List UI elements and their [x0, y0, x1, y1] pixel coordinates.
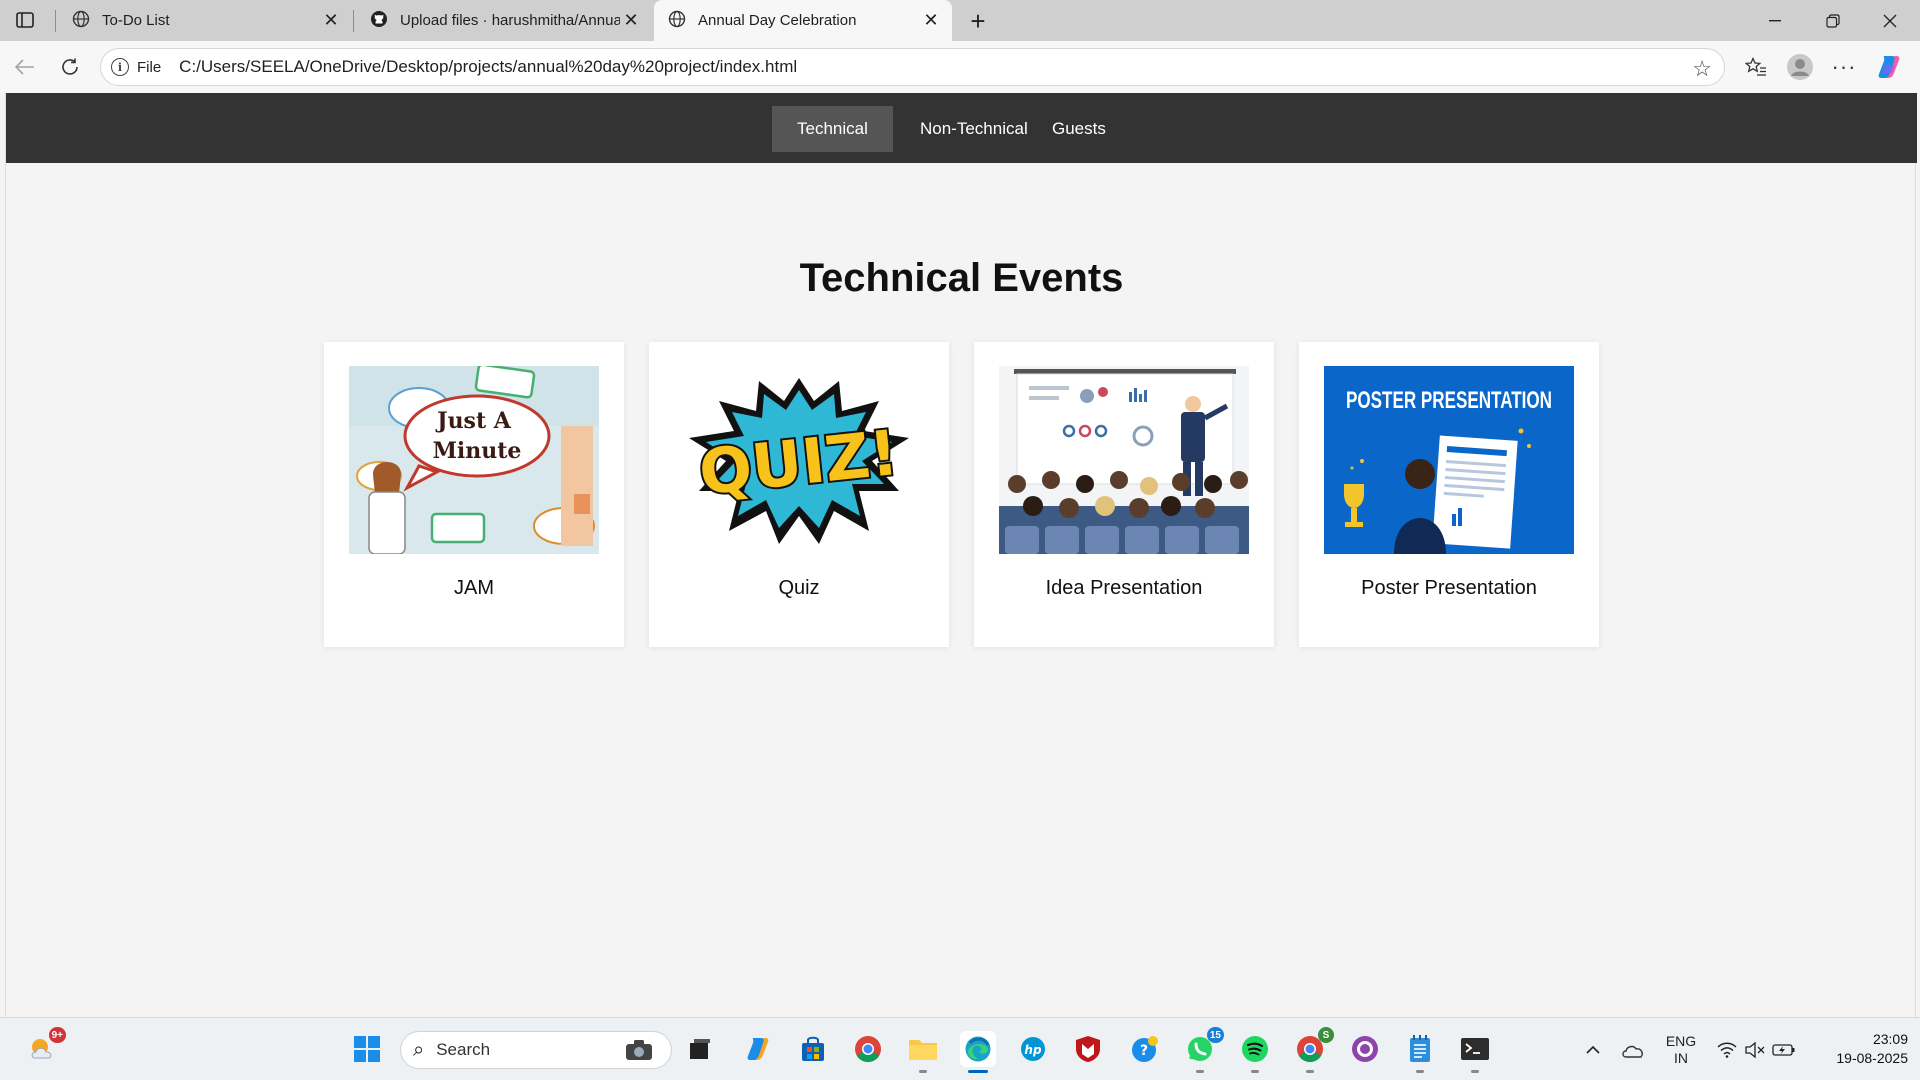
nav-link-guests[interactable]: Guests — [1027, 106, 1131, 152]
tab-separator — [55, 10, 56, 32]
notepad-icon[interactable] — [1402, 1031, 1438, 1073]
event-card-quiz[interactable]: QUIZ! Quiz — [649, 342, 949, 647]
running-indicator — [1416, 1070, 1424, 1073]
search-icon: ⌕ — [413, 1038, 425, 1061]
globe-icon — [668, 10, 686, 32]
more-options-icon[interactable]: ··· — [1828, 51, 1860, 83]
taskbar-search[interactable]: ⌕ Search — [400, 1031, 672, 1069]
running-indicator — [1471, 1070, 1479, 1073]
file-explorer-icon[interactable] — [905, 1031, 941, 1073]
whatsapp-badge: 15 — [1206, 1027, 1224, 1043]
language-indicator[interactable]: ENG IN — [1660, 1018, 1702, 1080]
onedrive-cloud-icon[interactable] — [1618, 1018, 1648, 1080]
favorite-star-icon[interactable]: ☆ — [1692, 56, 1712, 82]
clock-date: 19-08-2025 — [1836, 1050, 1908, 1066]
globe-icon — [72, 10, 90, 32]
minimize-icon[interactable] — [1747, 0, 1803, 41]
wifi-icon[interactable] — [1714, 1018, 1740, 1080]
browser-tab-bar: To-Do List ✕ Upload files · harushmitha/… — [0, 0, 1920, 41]
active-indicator — [968, 1070, 988, 1073]
microsoft-store-icon[interactable] — [795, 1031, 831, 1067]
idea-presentation-image — [999, 366, 1249, 554]
volume-muted-icon[interactable] — [1742, 1018, 1768, 1080]
github-desktop-icon[interactable] — [1347, 1031, 1383, 1067]
sidebar-toggle-icon[interactable] — [12, 8, 38, 32]
terminal-icon[interactable] — [1457, 1031, 1493, 1073]
svg-text:hp: hp — [1024, 1043, 1042, 1057]
page-title: Technical Events — [799, 256, 1124, 300]
poster-image-text: POSTER PRESENTATION — [1346, 387, 1552, 414]
tab-todo-list[interactable]: To-Do List ✕ — [58, 0, 352, 41]
system-clock[interactable]: 23:09 19-08-2025 — [1808, 1030, 1908, 1068]
poster-presentation-image: POSTER PRESENTATION — [1324, 366, 1574, 554]
whatsapp-icon[interactable]: 15 — [1182, 1027, 1224, 1073]
weather-widget-icon[interactable]: 9+ — [24, 1027, 66, 1067]
clock-time: 23:09 — [1872, 1031, 1908, 1047]
new-tab-icon[interactable]: + — [963, 6, 993, 36]
running-indicator — [1306, 1070, 1314, 1073]
address-scheme-label: File — [137, 58, 162, 76]
copilot-icon[interactable] — [1873, 51, 1905, 83]
chevron-up-icon[interactable] — [1580, 1018, 1606, 1080]
restore-icon[interactable] — [1805, 0, 1861, 41]
tab-title: Upload files · harushmitha/Annua — [400, 12, 620, 29]
event-card-idea-presentation[interactable]: Idea Presentation — [974, 342, 1274, 647]
profile-avatar-icon[interactable] — [1784, 51, 1816, 83]
jam-image-text-line2: Minute — [433, 438, 522, 464]
tab-separator — [353, 10, 354, 32]
running-indicator — [1196, 1070, 1204, 1073]
close-icon[interactable]: ✕ — [320, 10, 342, 32]
site-navbar: Technical Non-Technical Guests — [6, 93, 1917, 163]
nav-link-technical[interactable]: Technical — [772, 106, 893, 152]
chrome-icon[interactable] — [850, 1031, 886, 1067]
event-card-label: Quiz — [778, 577, 820, 599]
battery-charging-icon[interactable] — [1770, 1018, 1798, 1080]
close-window-icon[interactable] — [1862, 0, 1918, 41]
camera-icon — [625, 1039, 653, 1066]
weather-badge: 9+ — [48, 1027, 66, 1043]
copilot-taskbar-icon[interactable] — [740, 1031, 776, 1067]
windows-start-icon[interactable] — [349, 1031, 385, 1067]
jam-image-text-line1: Just A — [435, 408, 512, 434]
tab-annual-day[interactable]: Annual Day Celebration ✕ — [654, 0, 952, 41]
close-icon[interactable]: ✕ — [620, 10, 642, 32]
edge-browser-icon[interactable] — [960, 1031, 996, 1073]
back-arrow-icon[interactable] — [9, 51, 41, 83]
tab-title: Annual Day Celebration — [698, 12, 857, 29]
quiz-image: QUIZ! — [674, 366, 924, 554]
close-icon[interactable]: ✕ — [920, 10, 942, 32]
get-help-icon[interactable]: ? — [1127, 1031, 1163, 1067]
language-line1: ENG — [1665, 1032, 1697, 1049]
tab-title: To-Do List — [102, 12, 170, 29]
svg-text:?: ? — [1140, 1043, 1148, 1059]
chrome-profile-badge: S — [1318, 1027, 1334, 1043]
running-indicator — [919, 1070, 927, 1073]
event-card-poster-presentation[interactable]: POSTER PRESENTATION Poster Presentation — [1299, 342, 1599, 647]
mcafee-icon[interactable] — [1070, 1031, 1106, 1067]
address-url[interactable]: C:/Users/SEELA/OneDrive/Desktop/projects… — [179, 57, 797, 77]
hp-icon[interactable]: hp — [1015, 1031, 1051, 1067]
browser-toolbar: i File C:/Users/SEELA/OneDrive/Desktop/p… — [0, 41, 1920, 93]
event-card-label: Poster Presentation — [1361, 577, 1537, 599]
language-line2: IN — [1674, 1049, 1688, 1066]
github-icon — [370, 10, 388, 32]
chrome-profile-icon[interactable]: S — [1292, 1027, 1334, 1073]
jam-image: Just A Minute — [349, 366, 599, 554]
refresh-icon[interactable] — [54, 51, 86, 83]
spotify-icon[interactable] — [1237, 1031, 1273, 1073]
page-viewport: Technical Non-Technical Guests Technical… — [5, 93, 1917, 1017]
info-icon[interactable]: i — [111, 58, 129, 76]
event-card-jam[interactable]: Just A Minute JAM — [324, 342, 624, 647]
address-bar[interactable]: i File C:/Users/SEELA/OneDrive/Desktop/p… — [100, 48, 1725, 86]
search-placeholder: Search — [436, 1040, 491, 1059]
favorites-list-icon[interactable] — [1740, 51, 1772, 83]
event-card-label: JAM — [454, 577, 494, 599]
task-view-icon[interactable] — [682, 1031, 718, 1067]
event-card-label: Idea Presentation — [1045, 577, 1203, 599]
tab-upload-files[interactable]: Upload files · harushmitha/Annua ✕ — [356, 0, 652, 41]
running-indicator — [1251, 1070, 1259, 1073]
windows-taskbar: 9+ ⌕ Search hp ? 15 S ENG IN 23:09 19-08… — [0, 1017, 1920, 1080]
